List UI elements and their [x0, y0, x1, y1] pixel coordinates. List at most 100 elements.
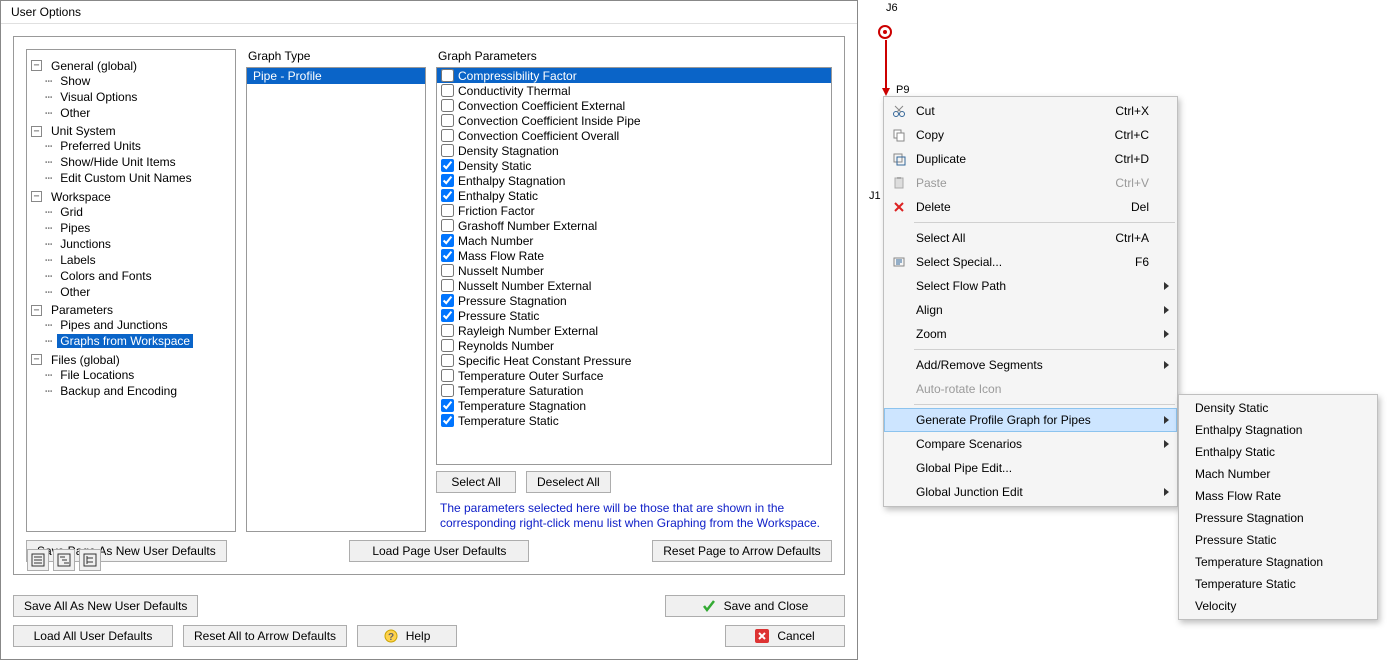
param-checkbox[interactable]: [441, 279, 454, 292]
param-checkbox[interactable]: [441, 264, 454, 277]
submenu-item[interactable]: Velocity: [1179, 595, 1377, 617]
param-checkbox[interactable]: [441, 84, 454, 97]
submenu-item[interactable]: Pressure Static: [1179, 529, 1377, 551]
menu-item[interactable]: DuplicateCtrl+D: [884, 147, 1177, 171]
collapse-all-button[interactable]: [27, 549, 49, 571]
param-item[interactable]: Grashoff Number External: [437, 218, 831, 233]
tree-leaf[interactable]: Backup and Encoding: [57, 384, 180, 398]
menu-item[interactable]: Add/Remove Segments: [884, 353, 1177, 377]
param-item[interactable]: Reynolds Number: [437, 338, 831, 353]
help-button[interactable]: ? Help: [357, 625, 457, 647]
param-checkbox[interactable]: [441, 354, 454, 367]
tree-leaf[interactable]: Labels: [57, 253, 98, 267]
param-item[interactable]: Specific Heat Constant Pressure: [437, 353, 831, 368]
menu-item[interactable]: Select Special...F6: [884, 250, 1177, 274]
tree-settings-button[interactable]: [79, 549, 101, 571]
param-item[interactable]: Density Static: [437, 158, 831, 173]
param-item[interactable]: Nusselt Number External: [437, 278, 831, 293]
param-checkbox[interactable]: [441, 324, 454, 337]
submenu-item[interactable]: Enthalpy Static: [1179, 441, 1377, 463]
graph-type-item[interactable]: Pipe - Profile: [247, 68, 425, 84]
deselect-all-button[interactable]: Deselect All: [526, 471, 611, 493]
tree-leaf[interactable]: Other: [57, 106, 93, 120]
param-checkbox[interactable]: [441, 219, 454, 232]
param-item[interactable]: Enthalpy Static: [437, 188, 831, 203]
param-checkbox[interactable]: [441, 309, 454, 322]
param-item[interactable]: Temperature Stagnation: [437, 398, 831, 413]
param-checkbox[interactable]: [441, 294, 454, 307]
param-checkbox[interactable]: [441, 369, 454, 382]
tree-toggle[interactable]: −: [31, 60, 42, 71]
menu-item[interactable]: Compare Scenarios: [884, 432, 1177, 456]
tree-leaf[interactable]: File Locations: [57, 368, 137, 382]
param-checkbox[interactable]: [441, 129, 454, 142]
menu-item[interactable]: Zoom: [884, 322, 1177, 346]
tree-leaf[interactable]: Grid: [57, 205, 86, 219]
tree-leaf[interactable]: Other: [57, 285, 93, 299]
workspace-context-menu[interactable]: CutCtrl+XCopyCtrl+CDuplicateCtrl+DPasteC…: [883, 96, 1178, 507]
load-all-defaults-button[interactable]: Load All User Defaults: [13, 625, 173, 647]
tree-toggle[interactable]: −: [31, 354, 42, 365]
param-item[interactable]: Convection Coefficient External: [437, 98, 831, 113]
pipe-segment[interactable]: [885, 40, 887, 90]
menu-item[interactable]: CutCtrl+X: [884, 99, 1177, 123]
param-item[interactable]: Mach Number: [437, 233, 831, 248]
tree-branch[interactable]: Unit System: [48, 124, 119, 138]
tree-leaf[interactable]: Visual Options: [57, 90, 140, 104]
param-checkbox[interactable]: [441, 339, 454, 352]
select-all-button[interactable]: Select All: [436, 471, 516, 493]
submenu-item[interactable]: Mach Number: [1179, 463, 1377, 485]
menu-item[interactable]: Select Flow Path: [884, 274, 1177, 298]
load-page-defaults-button[interactable]: Load Page User Defaults: [349, 540, 529, 562]
tree-toggle[interactable]: −: [31, 305, 42, 316]
expand-all-button[interactable]: [53, 549, 75, 571]
options-tree[interactable]: −General (global)⋯Show⋯Visual Options⋯Ot…: [26, 49, 236, 532]
tree-leaf[interactable]: Show/Hide Unit Items: [57, 155, 178, 169]
menu-item[interactable]: Generate Profile Graph for Pipes: [884, 408, 1177, 432]
param-checkbox[interactable]: [441, 69, 454, 82]
submenu-item[interactable]: Pressure Stagnation: [1179, 507, 1377, 529]
param-checkbox[interactable]: [441, 114, 454, 127]
param-item[interactable]: Pressure Stagnation: [437, 293, 831, 308]
tree-branch[interactable]: Parameters: [48, 303, 116, 317]
param-checkbox[interactable]: [441, 234, 454, 247]
junction-node[interactable]: [878, 25, 892, 39]
param-item[interactable]: Temperature Outer Surface: [437, 368, 831, 383]
param-item[interactable]: Enthalpy Stagnation: [437, 173, 831, 188]
param-checkbox[interactable]: [441, 249, 454, 262]
menu-item[interactable]: DeleteDel: [884, 195, 1177, 219]
param-item[interactable]: Density Stagnation: [437, 143, 831, 158]
submenu-item[interactable]: Temperature Stagnation: [1179, 551, 1377, 573]
tree-leaf[interactable]: Preferred Units: [57, 139, 144, 153]
graph-params-list[interactable]: Compressibility FactorConductivity Therm…: [436, 67, 832, 465]
submenu-item[interactable]: Enthalpy Stagnation: [1179, 419, 1377, 441]
menu-item[interactable]: Select AllCtrl+A: [884, 226, 1177, 250]
reset-all-defaults-button[interactable]: Reset All to Arrow Defaults: [183, 625, 347, 647]
param-item[interactable]: Rayleigh Number External: [437, 323, 831, 338]
param-item[interactable]: Convection Coefficient Overall: [437, 128, 831, 143]
tree-leaf[interactable]: Show: [57, 74, 93, 88]
param-item[interactable]: Compressibility Factor: [437, 68, 831, 83]
param-checkbox[interactable]: [441, 204, 454, 217]
reset-page-defaults-button[interactable]: Reset Page to Arrow Defaults: [652, 540, 832, 562]
param-checkbox[interactable]: [441, 189, 454, 202]
tree-branch[interactable]: Workspace: [48, 190, 114, 204]
param-item[interactable]: Nusselt Number: [437, 263, 831, 278]
param-item[interactable]: Conductivity Thermal: [437, 83, 831, 98]
tree-leaf[interactable]: Pipes and Junctions: [57, 318, 170, 332]
tree-leaf[interactable]: Pipes: [57, 221, 93, 235]
param-item[interactable]: Pressure Static: [437, 308, 831, 323]
submenu-item[interactable]: Density Static: [1179, 397, 1377, 419]
save-all-defaults-button[interactable]: Save All As New User Defaults: [13, 595, 198, 617]
param-item[interactable]: Temperature Saturation: [437, 383, 831, 398]
menu-item[interactable]: CopyCtrl+C: [884, 123, 1177, 147]
save-and-close-button[interactable]: Save and Close: [665, 595, 845, 617]
tree-toggle[interactable]: −: [31, 191, 42, 202]
param-checkbox[interactable]: [441, 144, 454, 157]
menu-item[interactable]: Align: [884, 298, 1177, 322]
graph-type-list[interactable]: Pipe - Profile: [246, 67, 426, 532]
tree-leaf[interactable]: Edit Custom Unit Names: [57, 171, 194, 185]
generate-profile-submenu[interactable]: Density StaticEnthalpy StagnationEnthalp…: [1178, 394, 1378, 620]
tree-leaf[interactable]: Colors and Fonts: [57, 269, 154, 283]
tree-toggle[interactable]: −: [31, 126, 42, 137]
